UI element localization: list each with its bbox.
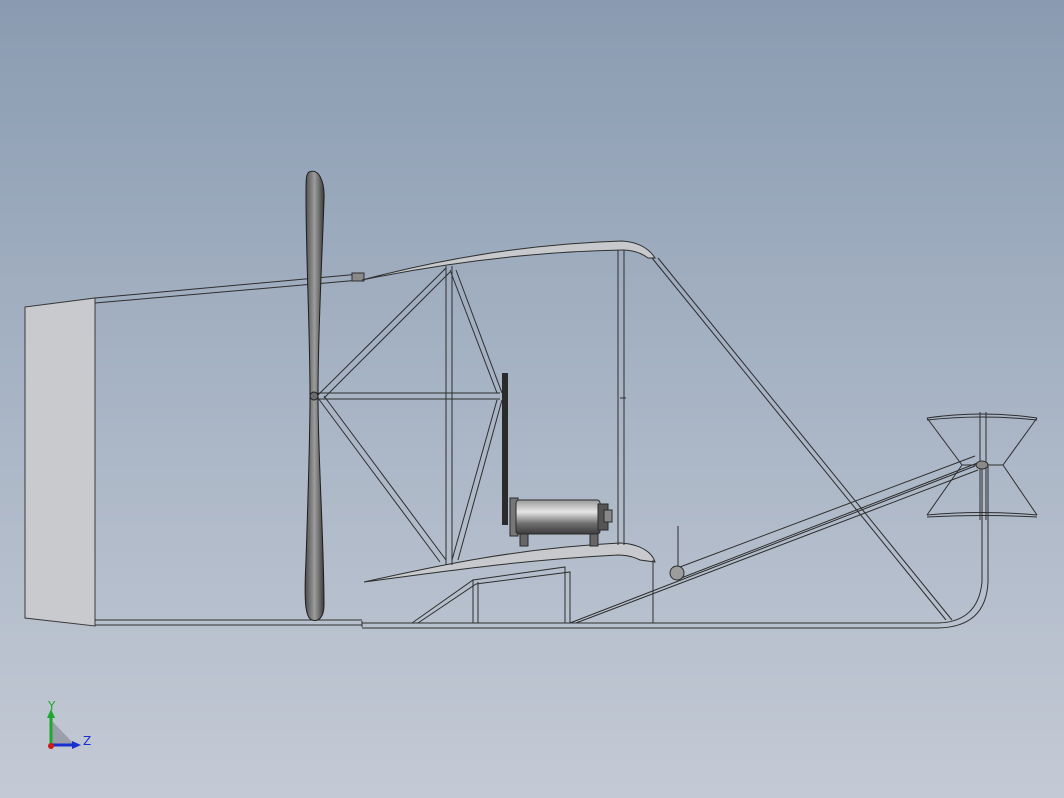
motor[interactable] — [509, 497, 613, 547]
lower-wing — [363, 542, 656, 583]
coordinate-triad: Y Z — [40, 700, 100, 756]
aircraft-model[interactable] — [0, 0, 1064, 798]
front-elevator-surface — [24, 297, 96, 627]
tail-boom — [569, 455, 981, 624]
upper-boom — [94, 272, 365, 304]
z-axis-label: Z — [83, 734, 92, 748]
drive-pulley — [502, 373, 508, 525]
propeller[interactable] — [304, 170, 325, 621]
graphics-viewport[interactable]: Y Z — [0, 0, 1064, 798]
upper-wing — [361, 240, 656, 281]
lower-skid-rail — [95, 465, 989, 629]
interplane-struts — [445, 250, 953, 621]
y-axis-label: Y — [48, 699, 56, 713]
